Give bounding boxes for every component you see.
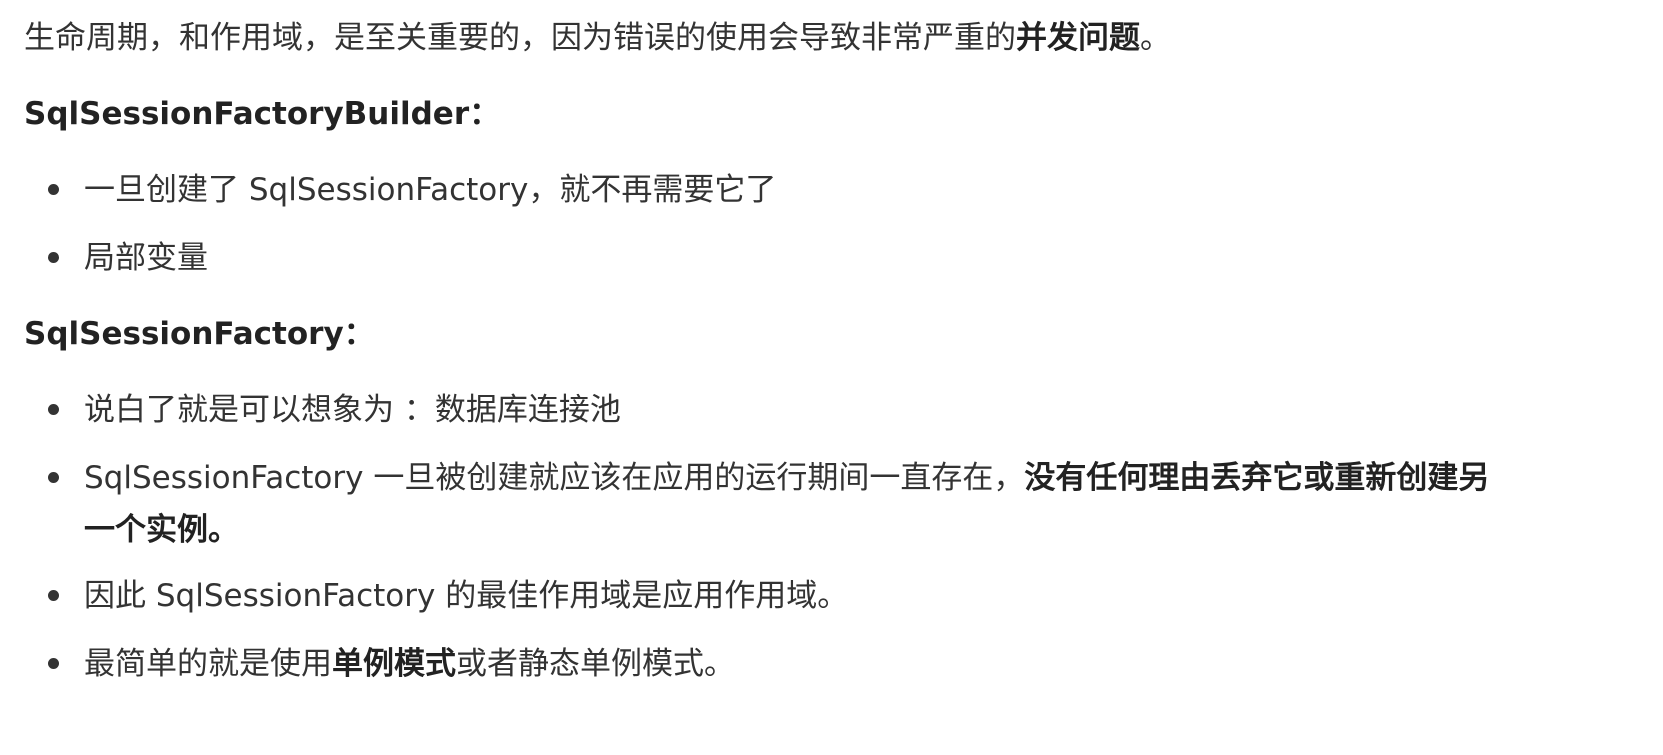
list-item: 一旦创建了 SqlSessionFactory，就不再需要它了 xyxy=(48,164,1623,216)
list-item: 说白了就是可以想象为 ：数据库连接池 xyxy=(48,384,1623,436)
intro-end: 。 xyxy=(1140,20,1171,56)
list-item-bold-text: 单例模式 xyxy=(332,646,456,682)
list-item-text: 说白了就是可以想象为 ：数据库连接池 xyxy=(84,392,621,428)
intro-paragraph: 生命周期，和作用域，是至关重要的，因为错误的使用会导致非常严重的并发问题。 xyxy=(24,18,1623,58)
bullet-dot-icon xyxy=(48,658,59,669)
section-heading-factory: SqlSessionFactory： xyxy=(24,316,375,352)
bullet-dot-icon xyxy=(48,184,59,195)
section-heading-builder: SqlSessionFactoryBuilder： xyxy=(24,96,501,132)
list-item-text: 局部变量 xyxy=(84,240,208,276)
list-item: 最简单的就是使用单例模式或者静态单例模式。 xyxy=(48,638,1623,690)
intro-text: 生命周期，和作用域，是至关重要的，因为错误的使用会导致非常严重的 xyxy=(24,20,1016,56)
bullet-dot-icon xyxy=(48,404,59,415)
list-item: 因此 SqlSessionFactory 的最佳作用域是应用作用域。 xyxy=(48,570,1623,622)
bullet-dot-icon xyxy=(48,590,59,601)
list-item-text: 一旦创建了 SqlSessionFactory，就不再需要它了 xyxy=(84,172,777,208)
document-body: 生命周期，和作用域，是至关重要的，因为错误的使用会导致非常严重的并发问题。 Sq… xyxy=(0,0,1663,755)
list-item-text-pre: 最简单的就是使用 xyxy=(84,646,332,682)
bullet-dot-icon xyxy=(48,472,59,483)
list-item: SqlSessionFactory 一旦被创建就应该在应用的运行期间一直存在，没… xyxy=(48,452,1514,556)
intro-bold-text: 并发问题 xyxy=(1016,20,1140,56)
list-item: 局部变量 xyxy=(48,232,1623,284)
bullet-dot-icon xyxy=(48,252,59,263)
list-item-text: SqlSessionFactory 一旦被创建就应该在应用的运行期间一直存在， xyxy=(84,460,1025,496)
list-item-text-post: 或者静态单例模式。 xyxy=(456,646,735,682)
list-item-text: 因此 SqlSessionFactory 的最佳作用域是应用作用域。 xyxy=(84,578,849,614)
